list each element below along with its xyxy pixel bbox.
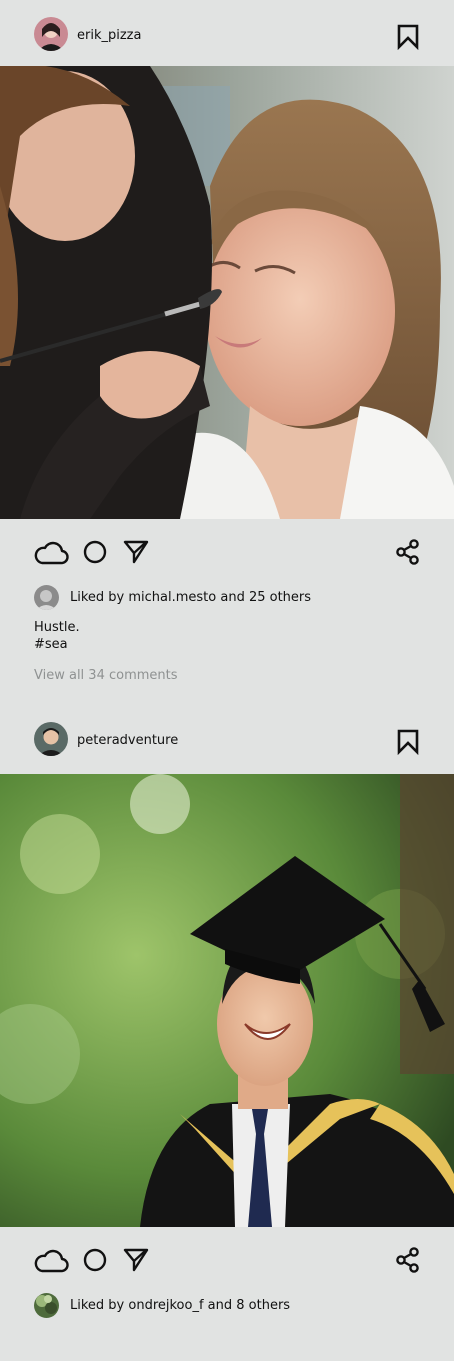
circle-icon[interactable] [82,1247,108,1277]
likes-row: Liked by michal.mesto and 25 others [0,583,454,617]
avatar[interactable] [34,17,68,51]
bookmark-icon[interactable] [396,24,420,51]
post-header: erik_pizza [0,0,454,66]
share-icon[interactable] [395,539,421,569]
caption-line: Hustle. [34,620,80,635]
feed: erik_pizza Liked by michal.mesto and 25 … [0,0,454,1325]
bookmark-icon[interactable] [396,729,420,756]
avatar[interactable] [34,722,68,756]
post-photo[interactable] [0,774,454,1227]
send-arrow-icon[interactable] [123,539,149,569]
hashtag[interactable]: #sea [34,636,454,653]
post-actions [0,1227,454,1291]
post-header: peteradventure [0,704,454,774]
avatar[interactable] [34,585,59,610]
post-username[interactable]: peteradventure [77,733,178,749]
post-actions [0,519,454,583]
cloud-icon[interactable] [33,1247,69,1277]
post: peteradventure Liked by ondrejkoo_f and … [0,704,454,1325]
view-comments-link[interactable]: View all 34 comments [0,668,454,704]
cloud-icon[interactable] [33,539,69,569]
send-arrow-icon[interactable] [123,1247,149,1277]
circle-icon[interactable] [82,539,108,569]
post-photo[interactable] [0,66,454,519]
post-username[interactable]: erik_pizza [77,28,141,44]
likes-row: Liked by ondrejkoo_f and 8 others [0,1291,454,1325]
share-icon[interactable] [395,1247,421,1277]
avatar[interactable] [34,1293,59,1318]
post: erik_pizza Liked by michal.mesto and 25 … [0,0,454,704]
likes-text[interactable]: Liked by michal.mesto and 25 others [70,590,311,606]
likes-text[interactable]: Liked by ondrejkoo_f and 8 others [70,1298,290,1314]
caption: Hustle. #sea [0,619,454,653]
